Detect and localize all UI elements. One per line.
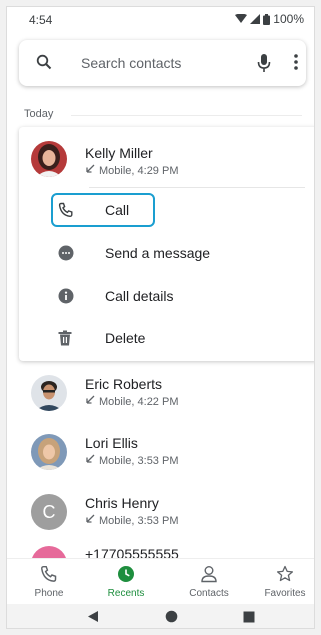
contact-name[interactable]: Kelly Miller <box>85 145 153 161</box>
message-icon <box>58 245 74 266</box>
contact-detail-text: Mobile, 4:22 PM <box>99 395 179 408</box>
call-received-icon <box>85 395 95 408</box>
clock-icon <box>117 565 135 588</box>
search-bar[interactable]: Search contacts <box>19 40 306 86</box>
call-label: Call <box>105 202 130 218</box>
section-divider <box>71 115 302 116</box>
status-time: 4:54 <box>29 13 53 27</box>
call-details-label: Call details <box>105 288 174 304</box>
phone-screen: 4:54 100% Search contacts Today Kelly Mi… <box>6 6 315 629</box>
delete-label: Delete <box>105 330 146 346</box>
call-received-icon <box>85 164 95 177</box>
contact-detail-text: Mobile, 3:53 PM <box>99 514 179 527</box>
avatar-chris-henry[interactable]: C <box>31 494 67 530</box>
tab-recents[interactable]: Recents <box>90 559 162 605</box>
send-message-button[interactable]: Send a message <box>19 233 314 273</box>
status-bar: 4:54 100% <box>7 7 314 33</box>
tab-contacts-label: Contacts <box>189 588 229 599</box>
phone-icon <box>40 565 58 588</box>
list-item[interactable]: Eric Roberts Mobile, 4:22 PM <box>19 364 314 422</box>
tab-recents-label: Recents <box>107 588 145 599</box>
avatar-kelly-miller[interactable] <box>31 141 67 177</box>
status-indicators: 100% <box>235 12 304 26</box>
mic-icon[interactable] <box>257 53 271 78</box>
avatar-eric-roberts[interactable] <box>31 375 67 411</box>
overview-icon[interactable] <box>243 610 255 628</box>
tab-phone-label: Phone <box>34 588 64 599</box>
tab-contacts[interactable]: Contacts <box>173 559 245 605</box>
contact-name: Lori Ellis <box>85 435 138 451</box>
call-button[interactable]: Call <box>19 190 314 230</box>
back-icon[interactable] <box>87 610 99 628</box>
person-icon <box>200 565 218 588</box>
home-icon[interactable] <box>165 610 178 628</box>
star-icon <box>276 565 294 588</box>
info-icon <box>58 288 74 309</box>
search-input[interactable]: Search contacts <box>81 55 181 71</box>
expanded-contact-card: Kelly Miller Mobile, 4:29 PM Call Send a… <box>19 127 314 361</box>
contact-detail: Mobile, 4:22 PM <box>85 395 178 408</box>
phone-icon <box>58 202 74 223</box>
contact-detail-text: Mobile, 3:53 PM <box>99 454 179 467</box>
contact-detail-text: Mobile, 4:29 PM <box>99 164 179 177</box>
contact-detail: Mobile, 4:29 PM <box>85 164 178 177</box>
avatar-lori-ellis[interactable] <box>31 434 67 470</box>
bottom-navigation: Phone Recents Contacts Favorites <box>7 558 314 605</box>
call-received-icon <box>85 514 95 527</box>
system-navigation-bar <box>7 604 314 628</box>
section-header-today: Today <box>24 108 54 120</box>
wifi-icon <box>235 14 248 24</box>
contact-name: Chris Henry <box>85 495 159 511</box>
call-received-icon <box>85 454 95 467</box>
more-options-icon[interactable] <box>294 53 298 76</box>
list-item[interactable]: C Chris Henry Mobile, 3:53 PM <box>19 483 314 541</box>
trash-icon <box>58 330 72 351</box>
tab-favorites-label: Favorites <box>264 588 306 599</box>
signal-icon <box>250 14 261 24</box>
tab-phone[interactable]: Phone <box>13 559 85 605</box>
contact-detail: Mobile, 3:53 PM <box>85 454 178 467</box>
contact-name: Eric Roberts <box>85 376 163 392</box>
card-divider <box>89 187 305 188</box>
send-message-label: Send a message <box>105 245 211 261</box>
delete-button[interactable]: Delete <box>19 318 314 358</box>
contact-detail: Mobile, 3:53 PM <box>85 514 178 527</box>
list-item[interactable]: Lori Ellis Mobile, 3:53 PM <box>19 423 314 481</box>
tab-favorites[interactable]: Favorites <box>253 559 314 605</box>
search-icon <box>36 54 52 75</box>
battery-level: 100% <box>273 12 304 26</box>
battery-icon <box>263 13 271 25</box>
call-details-button[interactable]: Call details <box>19 276 314 316</box>
